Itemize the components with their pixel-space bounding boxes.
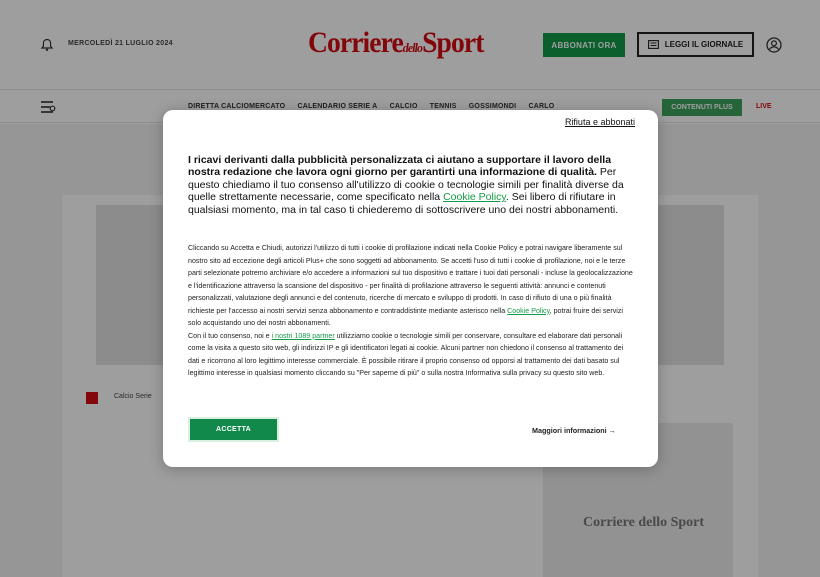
- consent-details: Cliccando su Accetta e Chiudi, autorizzi…: [188, 242, 636, 380]
- consent-lead: I ricavi derivanti dalla pubblicità pers…: [188, 154, 638, 216]
- reject-and-subscribe-link[interactable]: Rifiuta e abbonati: [565, 117, 635, 127]
- partners-link[interactable]: i nostri 1089 partner: [272, 332, 335, 340]
- details-p2-text-a: Con il tuo consenso, noi e: [188, 331, 272, 340]
- cookie-policy-link[interactable]: Cookie Policy: [443, 191, 506, 203]
- accept-button[interactable]: ACCETTA: [188, 417, 279, 442]
- consent-dialog: Rifiuta e abbonati I ricavi derivanti da…: [163, 110, 658, 467]
- consent-details-p1: Cliccando su Accetta e Chiudi, autorizzi…: [188, 242, 636, 330]
- consent-lead-bold: I ricavi derivanti dalla pubblicità pers…: [188, 154, 612, 179]
- consent-details-p2: Con il tuo consenso, noi e i nostri 1089…: [188, 330, 636, 380]
- cookie-policy-link-2[interactable]: Cookie Policy: [507, 307, 549, 315]
- details-p1-text-a: Cliccando su Accetta e Chiudi, autorizzi…: [188, 244, 633, 315]
- more-info-link[interactable]: Maggiori informazioni →: [532, 426, 616, 435]
